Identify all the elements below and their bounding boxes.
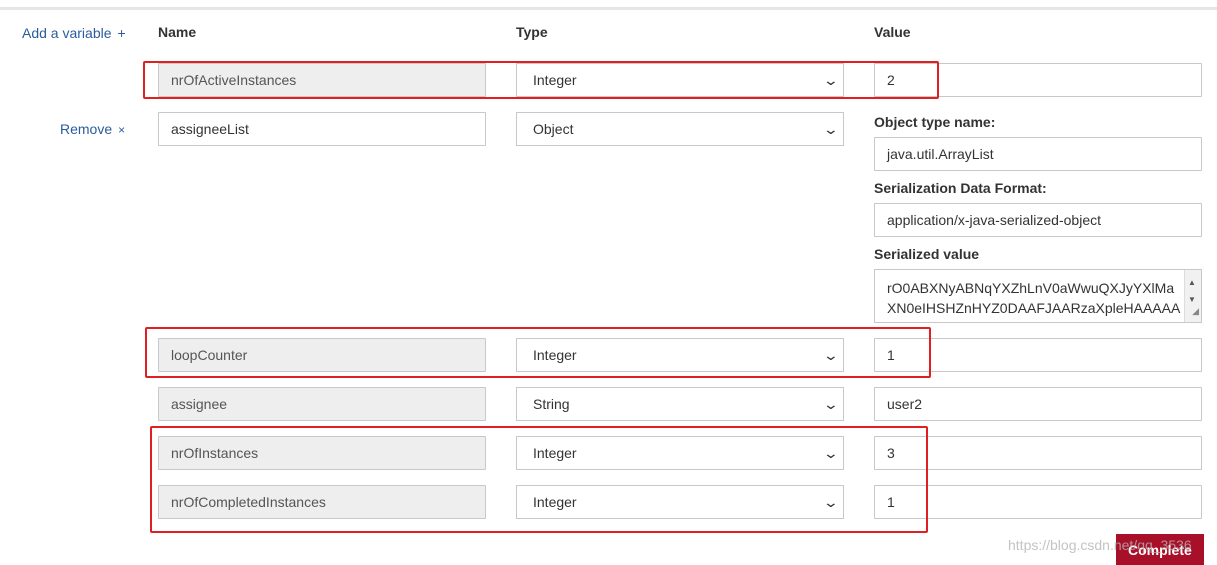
watermark: https://blog.csdn.net/qq_3536 [1008, 537, 1192, 553]
top-divider [0, 0, 1217, 10]
variable-name-field[interactable]: assigneeList [158, 112, 486, 146]
chevron-down-icon: ⌄ [822, 72, 840, 88]
close-icon: × [118, 123, 126, 137]
variable-type-select[interactable]: Object ⌄ [516, 112, 844, 146]
plus-icon: + [117, 25, 126, 41]
variable-value-field[interactable]: 3 [874, 436, 1202, 470]
serialized-value-text: rO0ABXNyABNqYXZhLnV0aWwuQXJyYXlMaXN0eIHS… [887, 280, 1181, 316]
chevron-down-icon: ⌄ [822, 494, 840, 510]
column-header-type: Type [516, 24, 548, 40]
variable-name-field[interactable]: loopCounter [158, 338, 486, 372]
variable-value-field[interactable]: 1 [874, 338, 1202, 372]
add-variable-label: Add a variable [22, 25, 112, 41]
serialized-value-label: Serialized value [874, 246, 980, 262]
selected-type: Integer [533, 494, 577, 510]
selected-type: String [533, 396, 570, 412]
variable-value-field[interactable]: 1 [874, 485, 1202, 519]
serialization-format-label: Serialization Data Format: [874, 180, 1047, 196]
object-type-name-field[interactable]: java.util.ArrayList [874, 137, 1202, 171]
resize-grip-icon[interactable]: ◢ [1192, 301, 1199, 321]
variable-type-select[interactable]: Integer ⌄ [516, 338, 844, 372]
chevron-down-icon: ⌄ [822, 347, 840, 363]
variable-type-select[interactable]: String ⌄ [516, 387, 844, 421]
chevron-down-icon: ⌄ [822, 445, 840, 461]
column-header-name: Name [158, 24, 197, 40]
serialized-value-textarea[interactable]: rO0ABXNyABNqYXZhLnV0aWwuQXJyYXlMaXN0eIHS… [874, 269, 1202, 323]
variable-name-field[interactable]: nrOfCompletedInstances [158, 485, 486, 519]
variable-name-field[interactable]: nrOfActiveInstances [158, 63, 486, 97]
variable-type-select[interactable]: Integer ⌄ [516, 485, 844, 519]
variable-value-field[interactable]: user2 [874, 387, 1202, 421]
selected-type: Object [533, 121, 574, 137]
object-type-name-label: Object type name: [874, 114, 996, 130]
variable-name-field[interactable]: assignee [158, 387, 486, 421]
variable-value-field[interactable]: 2 [874, 63, 1202, 97]
variable-name-field[interactable]: nrOfInstances [158, 436, 486, 470]
remove-label: Remove [60, 121, 113, 137]
selected-type: Integer [533, 347, 577, 363]
selected-type: Integer [533, 72, 577, 88]
serialization-format-field[interactable]: application/x-java-serialized-object [874, 203, 1202, 237]
chevron-down-icon: ⌄ [822, 121, 840, 137]
remove-variable-link[interactable]: Remove × [60, 121, 125, 137]
selected-type: Integer [533, 445, 577, 461]
chevron-down-icon: ⌄ [822, 396, 840, 412]
variable-type-select[interactable]: Integer ⌄ [516, 63, 844, 97]
column-header-value: Value [874, 24, 911, 40]
add-variable-link[interactable]: Add a variable + [22, 25, 126, 41]
variable-type-select[interactable]: Integer ⌄ [516, 436, 844, 470]
